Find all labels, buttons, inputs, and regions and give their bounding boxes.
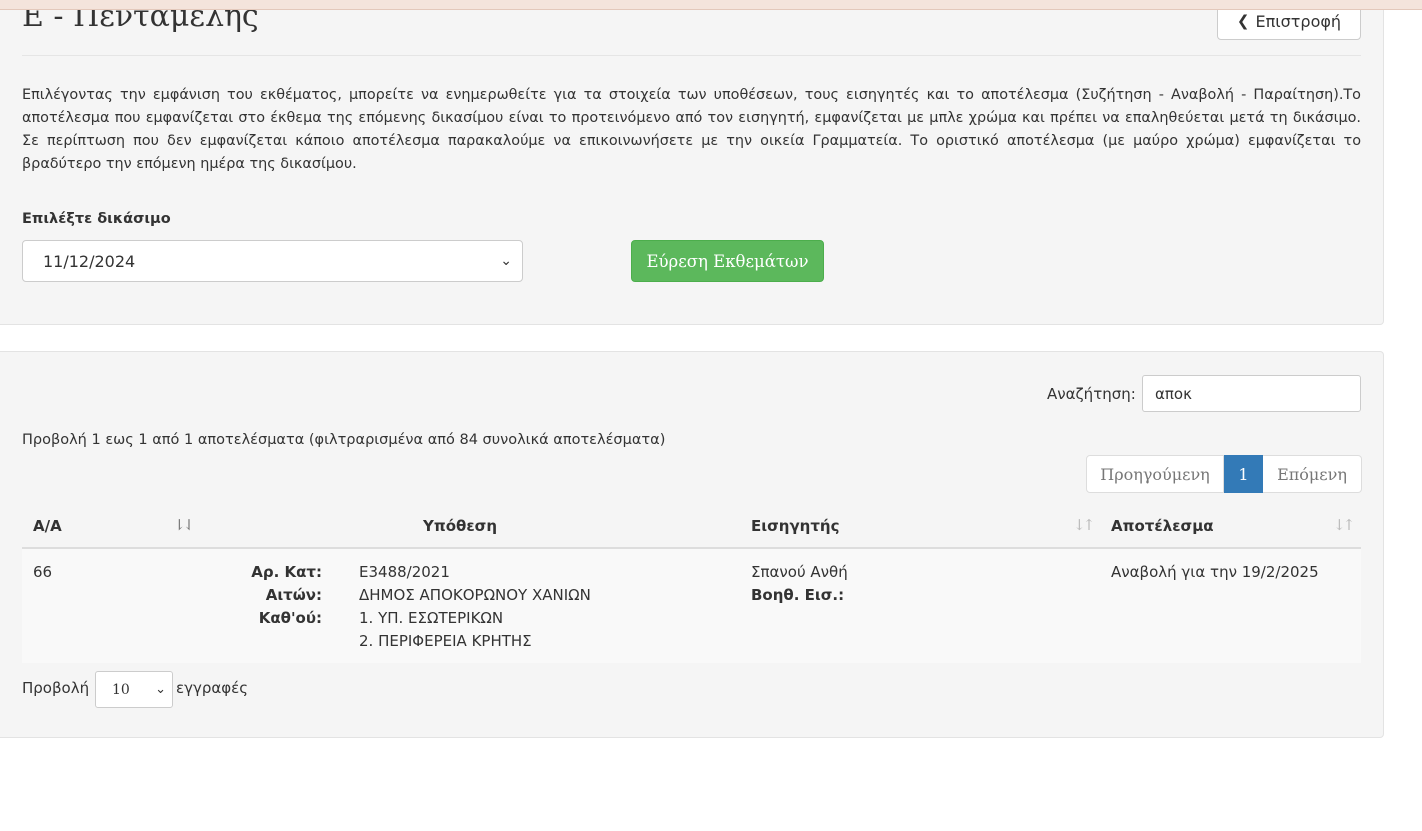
filter-panel: Ε - Πενταμελής ❮ Επιστροφή Επιλέγοντας τ… xyxy=(0,0,1384,325)
back-button-label: Επιστροφή xyxy=(1255,11,1342,31)
page-length-select[interactable]: 10 ⌄ xyxy=(95,671,173,708)
pagination-page-1[interactable]: 1 xyxy=(1224,455,1263,493)
cell-ar-kat: Ε3488/2021 xyxy=(359,563,450,581)
cell-rapporteur: Σπανού Ανθή xyxy=(751,563,848,581)
cell-aiton: ΔΗΜΟΣ ΑΠΟΚΟΡΩΝΟΥ ΧΑΝΙΩΝ xyxy=(359,586,591,604)
column-header-case: Υπόθεση xyxy=(423,517,498,535)
label-ar-kat: Αρ. Κατ: xyxy=(251,563,322,581)
page-length-value: 10 xyxy=(112,681,130,698)
find-exhibits-button[interactable]: Εύρεση Εκθεμάτων xyxy=(631,240,824,282)
label-kathou: Καθ'ού: xyxy=(258,609,322,627)
column-header-aa[interactable]: Α/Α xyxy=(33,517,62,535)
title-divider xyxy=(22,55,1361,56)
length-prefix: Προβολή xyxy=(22,679,90,697)
cell-result: Αναβολή για την 19/2/2025 xyxy=(1111,563,1319,581)
results-info: Προβολή 1 εως 1 από 1 αποτελέσματα (φιλτ… xyxy=(22,432,666,448)
sort-both-icon[interactable]: ↓↑ xyxy=(1073,516,1095,534)
length-suffix: εγγραφές xyxy=(176,679,249,697)
sort-both-icon[interactable]: ↓↑ xyxy=(1333,516,1355,534)
intro-text: Επιλέγοντας την εμφάνιση του εκθέματος, … xyxy=(22,87,1361,172)
pagination-next[interactable]: Επόμενη xyxy=(1263,455,1362,493)
search-label: Αναζήτηση: xyxy=(1047,385,1136,403)
date-select-value: 11/12/2024 xyxy=(43,251,136,271)
label-assistant-rapporteur: Βοηθ. Εισ.: xyxy=(751,586,845,604)
chevron-down-icon: ⌄ xyxy=(155,682,166,697)
search-input[interactable]: αποκ xyxy=(1142,375,1361,412)
sort-asc-icon[interactable]: ⇂⇃ xyxy=(173,516,195,534)
date-select[interactable]: 11/12/2024 ⌄ xyxy=(22,240,523,282)
results-panel: Αναζήτηση: αποκ Προβολή 1 εως 1 από 1 απ… xyxy=(0,351,1384,738)
chevron-left-icon: ❮ xyxy=(1236,12,1250,30)
column-header-result[interactable]: Αποτέλεσμα xyxy=(1111,517,1214,535)
label-aiton: Αιτών: xyxy=(265,586,322,604)
pagination-previous[interactable]: Προηγούμενη xyxy=(1086,455,1224,493)
cell-aa: 66 xyxy=(33,563,53,581)
browser-top-strip xyxy=(0,0,1422,10)
cell-kathou-2: 2. ΠΕΡΙΦΕΡΕΙΑ ΚΡΗΤΗΣ xyxy=(359,632,532,650)
pagination: Προηγούμενη 1 Επόμενη xyxy=(1086,455,1362,493)
date-select-label: Επιλέξτε δικάσιμο xyxy=(22,211,171,227)
column-header-rapporteur[interactable]: Εισηγητής xyxy=(751,517,840,535)
cell-kathou-1: 1. ΥΠ. ΕΣΩΤΕΡΙΚΩΝ xyxy=(359,609,504,627)
chevron-down-icon: ⌄ xyxy=(500,253,512,269)
